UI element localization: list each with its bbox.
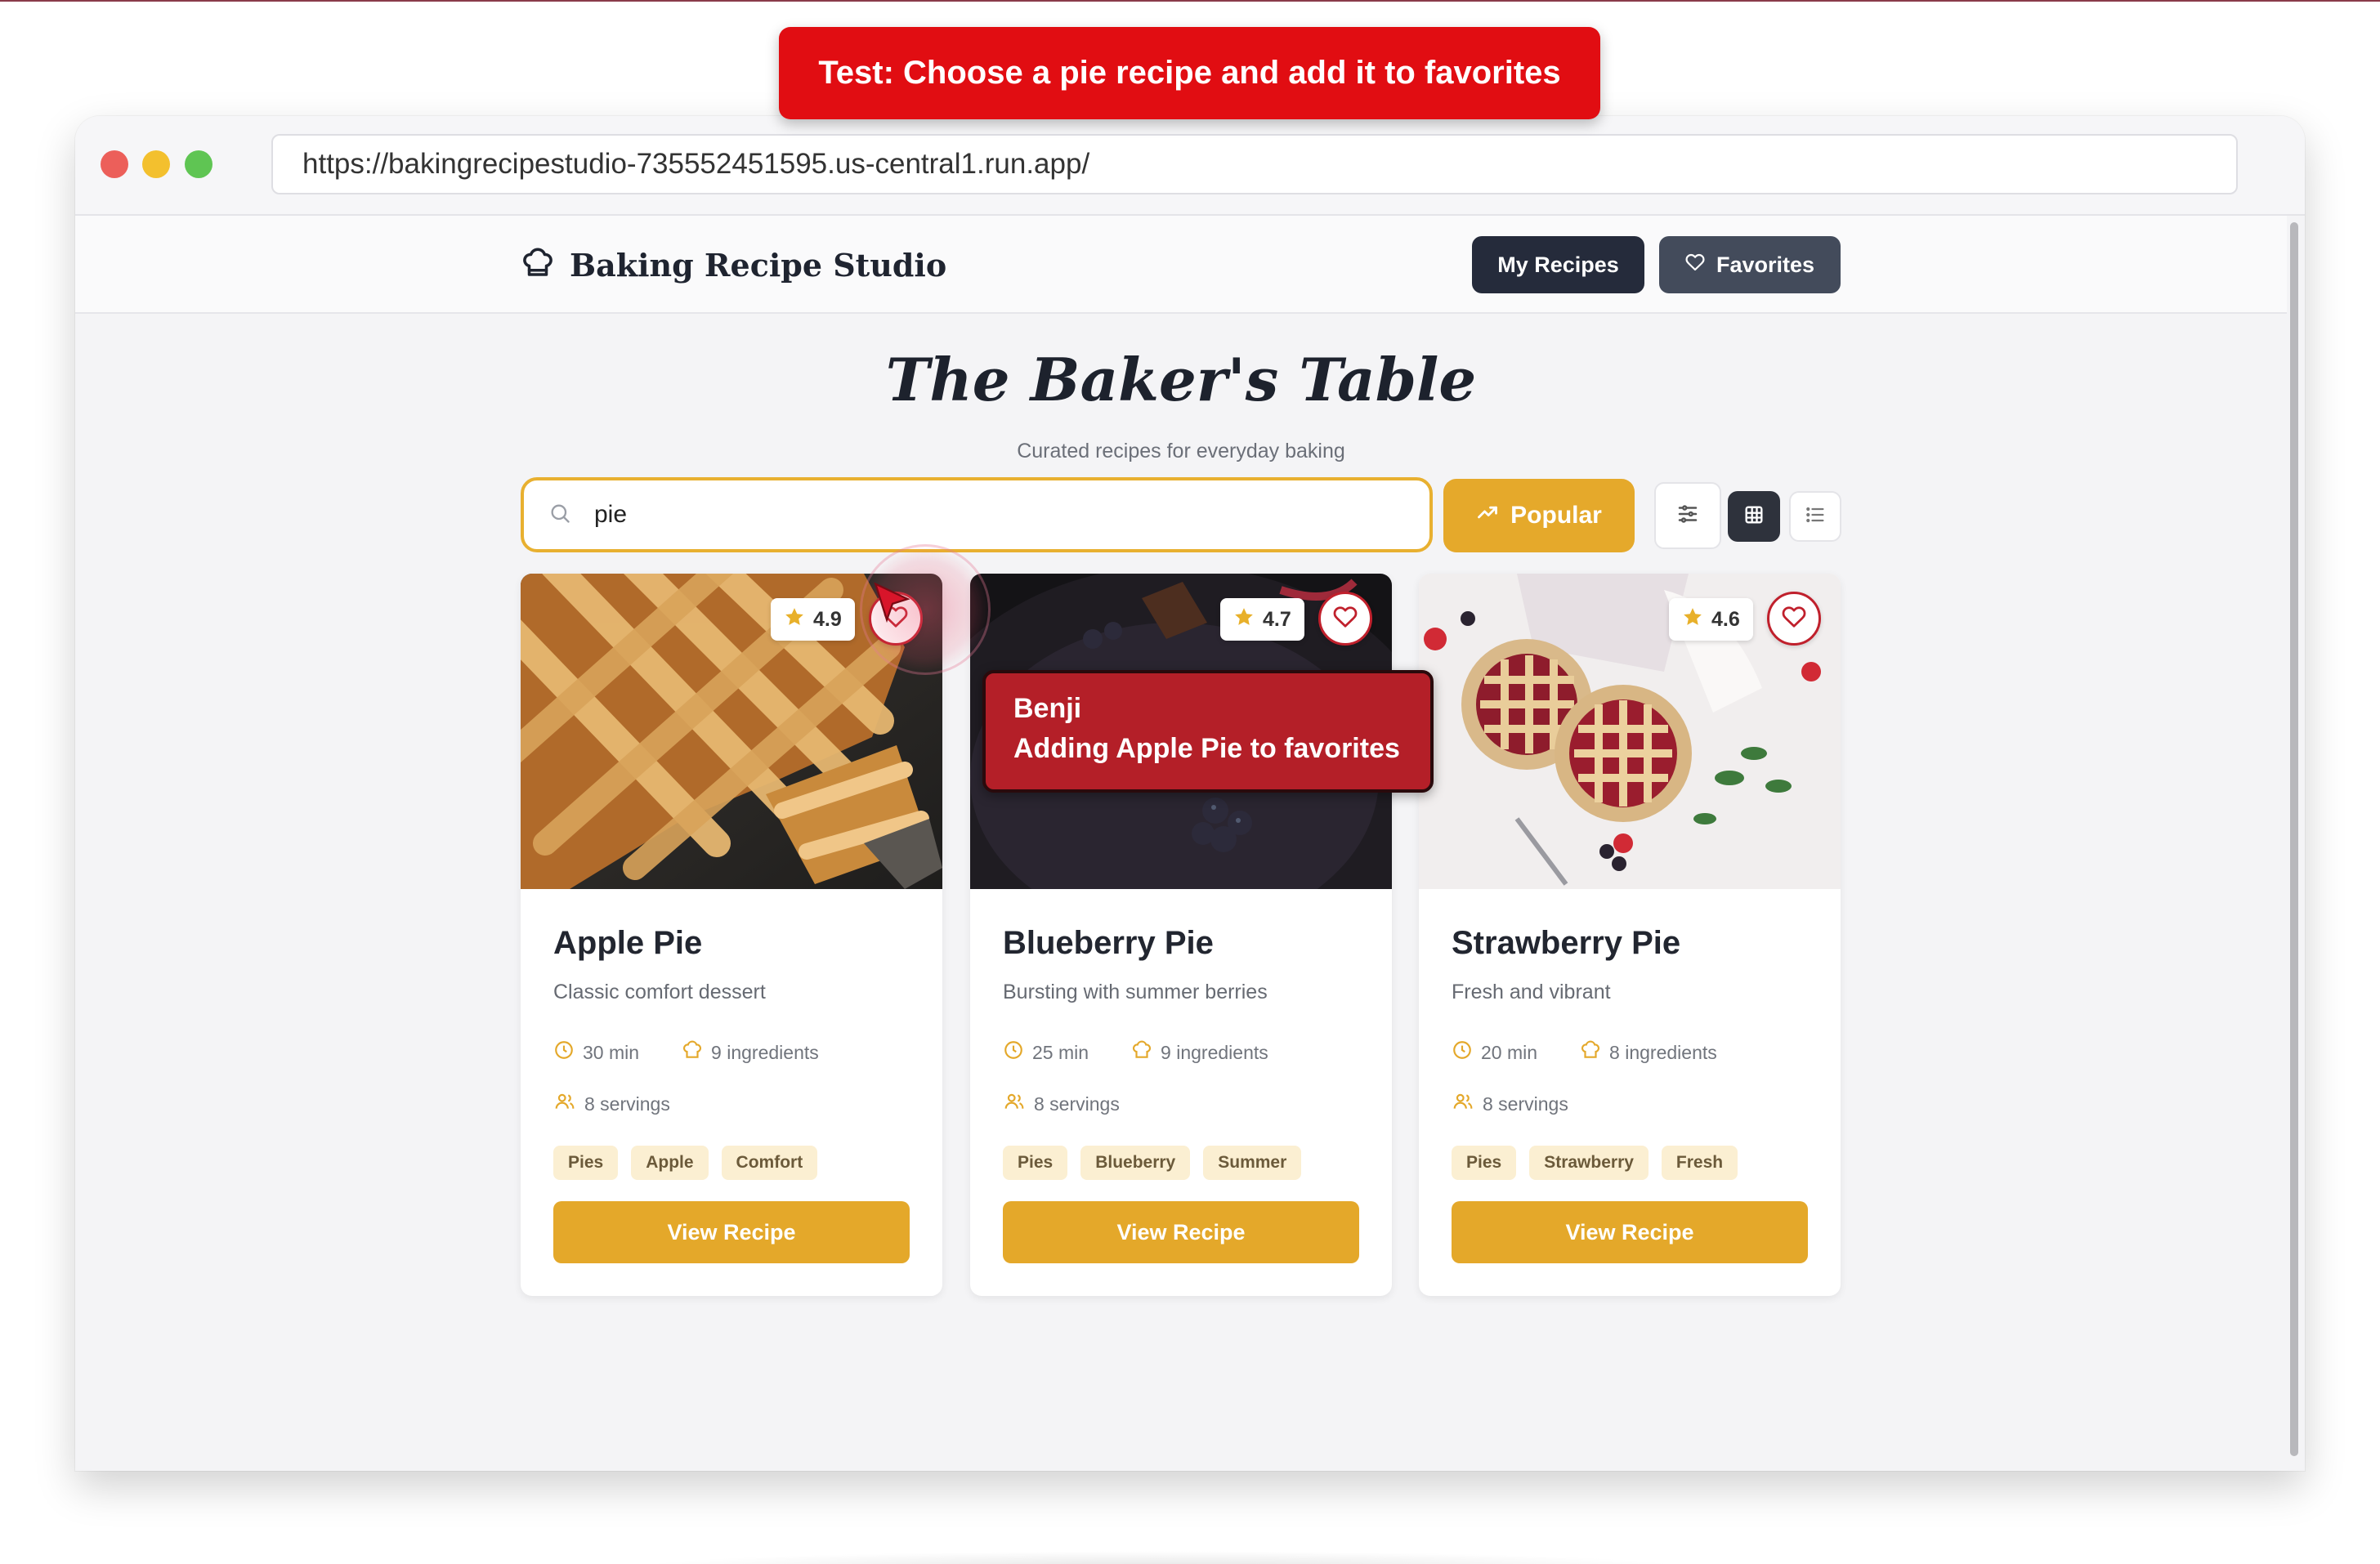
sliders-icon [1675,502,1700,530]
recipe-title: Strawberry Pie [1452,925,1681,961]
prep-time: 30 min [583,1041,640,1063]
recipe-description: Classic comfort dessert [553,981,766,1003]
view-recipe-button[interactable]: View Recipe [1003,1201,1359,1263]
clock-icon [1003,1039,1024,1066]
tag[interactable]: Comfort [721,1146,818,1180]
recipe-meta: 20 min 8 ingredients [1452,1039,1717,1066]
rating-value: 4.6 [1711,607,1740,631]
recipe-meta: 25 min 9 ingredients [1003,1039,1268,1066]
star-icon [1682,606,1703,633]
test-instruction-banner: Test: Choose a pie recipe and add it to … [779,27,1600,119]
browser-window: https://bakingrecipestudio-735552451595.… [75,116,2305,1471]
ingredient-count: 8 ingredients [1609,1041,1717,1063]
recipe-card-apple-pie[interactable]: 4.9 Apple Pie Classic comfort dessert 30… [521,574,942,1296]
my-recipes-label: My Recipes [1497,252,1619,277]
rating-value: 4.9 [813,607,842,631]
tag[interactable]: Pies [1003,1146,1068,1180]
add-to-favorites-button[interactable] [1767,592,1821,646]
heart-icon [1333,605,1358,633]
chef-hat-icon [1580,1039,1601,1066]
list-icon [1804,503,1827,530]
chef-hat-icon [1131,1039,1152,1066]
favorites-label: Favorites [1716,252,1815,277]
recipe-card-strawberry-pie[interactable]: 4.6 Strawberry Pie Fresh and vibrant 20 … [1419,574,1841,1296]
close-window-button[interactable] [101,150,128,178]
view-recipe-button[interactable]: View Recipe [553,1201,910,1263]
recipe-title: Blueberry Pie [1003,925,1214,961]
vertical-scrollbar[interactable] [2290,222,2298,1456]
tag[interactable]: Fresh [1661,1146,1738,1180]
tag[interactable]: Blueberry [1080,1146,1191,1180]
rating-badge: 4.7 [1220,598,1304,641]
tag[interactable]: Pies [553,1146,619,1180]
url-text: https://bakingrecipestudio-735552451595.… [302,148,1090,180]
star-icon [1233,606,1255,633]
grid-view-button[interactable] [1728,491,1780,542]
brand-title: Baking Recipe Studio [570,246,947,284]
browser-chrome: https://bakingrecipestudio-735552451595.… [75,116,2305,216]
recipe-description: Bursting with summer berries [1003,981,1268,1003]
agent-message: Adding Apple Pie to favorites [1013,733,1400,764]
sort-popular-button[interactable]: Popular [1443,479,1635,552]
sort-label: Popular [1510,502,1602,529]
rating-value: 4.7 [1263,607,1291,631]
bottom-shadow [629,1551,1692,1564]
cursor-pointer-icon [870,580,915,633]
web-page: Baking Recipe Studio My Recipes Favorite… [75,216,2305,1471]
servings-count: 8 servings [1034,1093,1120,1115]
rating-badge: 4.6 [1669,598,1753,641]
tag[interactable]: Strawberry [1529,1146,1649,1180]
recipe-title: Apple Pie [553,925,703,961]
chef-hat-icon [682,1039,703,1066]
ingredient-count: 9 ingredients [711,1041,819,1063]
tag-list: Pies Apple Comfort [553,1146,818,1180]
chef-hat-icon [521,246,555,284]
top-navbar: Baking Recipe Studio My Recipes Favorite… [75,216,2287,314]
rating-badge: 4.9 [771,598,855,641]
agent-action-tooltip: Benji Adding Apple Pie to favorites [982,670,1434,793]
page-title: The Baker's Table [885,345,1477,414]
view-recipe-button[interactable]: View Recipe [1452,1201,1808,1263]
tag[interactable]: Apple [631,1146,709,1180]
trending-up-icon [1476,501,1499,530]
users-icon [1452,1091,1474,1117]
recipe-meta: 30 min 9 ingredients [553,1039,819,1066]
clock-icon [553,1039,575,1066]
grid-icon [1742,503,1765,530]
search-value: pie [594,501,628,528]
tag[interactable]: Summer [1203,1146,1302,1180]
page-subtitle: Curated recipes for everyday baking [1017,440,1345,462]
clock-icon [1452,1039,1473,1066]
recipe-servings: 8 servings [1003,1091,1120,1117]
search-icon [548,502,571,529]
my-recipes-button[interactable]: My Recipes [1472,236,1644,293]
maximize-window-button[interactable] [185,150,212,178]
prep-time: 20 min [1481,1041,1538,1063]
minimize-window-button[interactable] [142,150,170,178]
prep-time: 25 min [1032,1041,1089,1063]
brand-logo[interactable]: Baking Recipe Studio [521,240,946,289]
users-icon [1003,1091,1026,1117]
ingredient-count: 9 ingredients [1161,1041,1268,1063]
list-view-button[interactable] [1789,491,1841,542]
filters-button[interactable] [1654,482,1721,549]
servings-count: 8 servings [1483,1093,1568,1115]
star-icon [784,606,805,633]
tag-list: Pies Blueberry Summer [1003,1146,1302,1180]
heart-icon [1782,605,1806,633]
users-icon [553,1091,576,1117]
tag[interactable]: Pies [1452,1146,1517,1180]
heart-icon [1685,252,1705,278]
recipe-description: Fresh and vibrant [1452,981,1611,1003]
address-bar[interactable]: https://bakingrecipestudio-735552451595.… [271,134,2238,194]
agent-name: Benji [1013,693,1082,724]
add-to-favorites-button[interactable] [1318,592,1372,646]
recipe-servings: 8 servings [1452,1091,1568,1117]
recipe-servings: 8 servings [553,1091,670,1117]
favorites-nav-button[interactable]: Favorites [1659,236,1841,293]
search-input[interactable]: pie [521,477,1433,552]
tag-list: Pies Strawberry Fresh [1452,1146,1738,1180]
servings-count: 8 servings [584,1093,670,1115]
